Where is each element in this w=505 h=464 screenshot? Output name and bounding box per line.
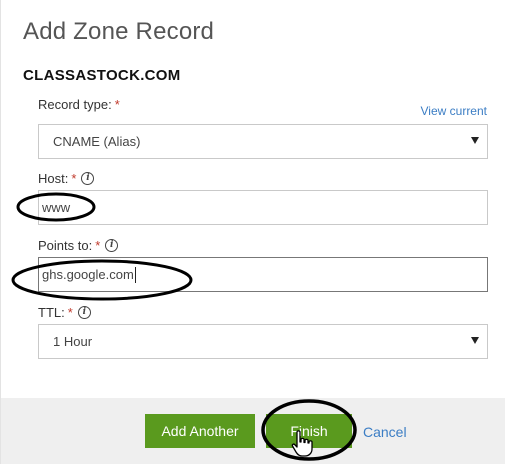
domain-name: CLASSASTOCK.COM	[23, 67, 181, 84]
record-type-label-text: Record type:	[38, 97, 112, 112]
host-label: Host: * i	[38, 171, 95, 186]
record-type-label: Record type: *	[38, 97, 120, 112]
view-current-link[interactable]: View current	[421, 104, 487, 118]
points-to-input[interactable]: ghs.google.com	[38, 257, 488, 292]
record-type-select[interactable]: CNAME (Alias)	[38, 124, 488, 159]
info-icon[interactable]: i	[81, 172, 95, 185]
ttl-label: TTL: * i	[38, 305, 91, 320]
points-to-input-value: ghs.google.com	[42, 267, 134, 282]
required-mark: *	[67, 305, 73, 320]
points-to-label: Points to: * i	[38, 238, 119, 253]
add-another-button[interactable]: Add Another	[145, 414, 255, 448]
chevron-down-icon	[471, 337, 479, 344]
host-input-value: www	[42, 200, 71, 215]
host-input[interactable]: www	[38, 190, 488, 225]
points-to-label-text: Points to:	[38, 238, 93, 253]
chevron-down-icon	[471, 137, 479, 144]
required-mark: *	[71, 171, 77, 186]
required-mark: *	[95, 238, 101, 253]
record-type-selected-value: CNAME (Alias)	[53, 134, 141, 149]
info-icon[interactable]: i	[105, 239, 119, 252]
add-zone-record-dialog: Add Zone Record CLASSASTOCK.COM Record t…	[0, 0, 505, 464]
required-mark: *	[114, 97, 120, 112]
host-label-text: Host:	[38, 171, 69, 186]
dialog-title: Add Zone Record	[23, 18, 215, 45]
ttl-selected-value: 1 Hour	[53, 334, 93, 349]
ttl-select[interactable]: 1 Hour	[38, 324, 488, 359]
hand-cursor-icon	[291, 430, 313, 457]
ttl-label-text: TTL:	[38, 305, 65, 320]
cancel-link[interactable]: Cancel	[363, 424, 407, 440]
text-cursor	[134, 266, 136, 283]
dialog-footer: Add Another Finish Cancel	[1, 398, 505, 464]
info-icon[interactable]: i	[77, 306, 91, 319]
